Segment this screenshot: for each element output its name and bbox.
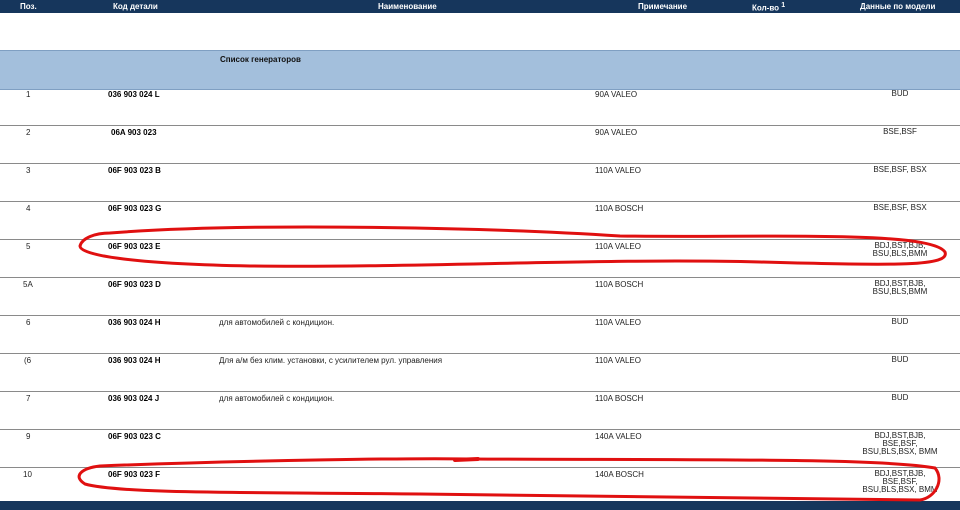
- table-row: 4 06F 903 023 G 110A BOSCH BSE,BSF, BSX: [0, 202, 960, 240]
- cell-note: 140A BOSCH: [595, 470, 644, 479]
- table-row: 3 06F 903 023 B 110A VALEO BSE,BSF, BSX: [0, 164, 960, 202]
- cell-model: BUD: [891, 317, 909, 326]
- cell-note: 110A VALEO: [595, 318, 641, 327]
- header-qty-label: Кол-во: [752, 3, 780, 13]
- cell-name: для автомобилей с кондицион.: [219, 318, 335, 327]
- header-code: Код детали: [113, 2, 158, 11]
- table-row: 5A 06F 903 023 D 110A BOSCH BDJ,BST,BJB,…: [0, 278, 960, 316]
- header-pos: Поз.: [20, 2, 37, 11]
- header-qty: Кол-во 1: [752, 2, 785, 13]
- cell-pos: 4: [26, 204, 31, 213]
- cell-pos: 5A: [23, 280, 33, 289]
- cell-code: 06F 903 023 E: [108, 242, 161, 251]
- table-row: 5 06F 903 023 E 110A VALEO BDJ,BST,BJB, …: [0, 240, 960, 278]
- cell-name: для автомобилей с кондицион.: [219, 394, 335, 403]
- table-row: 9 06F 903 023 C 140A VALEO BDJ,BST,BJB, …: [0, 430, 960, 468]
- cell-model: BUD: [891, 89, 909, 98]
- cell-model: BDJ,BST,BJB, BSE,BSF, BSU,BLS,BSX, BMM: [862, 469, 938, 494]
- header-qty-footnote: 1: [781, 2, 786, 9]
- cell-model: BSE,BSF: [883, 127, 917, 136]
- section-band: Список генераторов: [0, 50, 960, 90]
- cell-note: 90A VALEO: [595, 90, 638, 99]
- cell-pos: 5: [26, 242, 31, 251]
- cell-note: 110A VALEO: [595, 356, 641, 365]
- cell-model: BSE,BSF, BSX: [873, 165, 927, 174]
- cell-code: 06A 903 023: [111, 128, 157, 137]
- cell-code: 06F 903 023 F: [108, 470, 161, 479]
- cell-pos: 7: [26, 394, 31, 403]
- header-name: Наименование: [378, 2, 437, 11]
- cell-model: BUD: [891, 393, 909, 402]
- table-row: 7 036 903 024 J для автомобилей с кондиц…: [0, 392, 960, 430]
- cell-code: 036 903 024 L: [108, 90, 160, 99]
- cell-note: 140A VALEO: [595, 432, 642, 441]
- cell-note: 110A VALEO: [595, 242, 641, 251]
- cell-model: BSE,BSF, BSX: [873, 203, 927, 212]
- cell-code: 06F 903 023 B: [108, 166, 161, 175]
- cell-pos: 6: [26, 318, 31, 327]
- table-row: 6 036 903 024 H для автомобилей с кондиц…: [0, 316, 960, 354]
- table-header: Поз. Код детали Наименование Примечание …: [0, 0, 960, 13]
- cell-code: 036 903 024 H: [108, 318, 161, 327]
- cell-pos: 3: [26, 166, 31, 175]
- cell-model: BUD: [891, 355, 909, 364]
- cell-name: Для а/м без клим. установки, с усилителе…: [219, 356, 443, 365]
- cell-code: 036 903 024 H: [108, 356, 161, 365]
- cell-code: 06F 903 023 D: [108, 280, 161, 289]
- cell-model: BDJ,BST,BJB, BSU,BLS,BMM: [872, 241, 928, 258]
- section-title: Список генераторов: [220, 55, 301, 64]
- bottom-bar: [0, 501, 960, 510]
- header-note: Примечание: [638, 2, 688, 11]
- table-row: 1 036 903 024 L 90A VALEO BUD: [0, 88, 960, 126]
- cell-note: 110A BOSCH: [595, 280, 644, 289]
- cell-note: 110A BOSCH: [595, 394, 644, 403]
- cell-model: BDJ,BST,BJB, BSE,BSF, BSU,BLS,BSX, BMM: [862, 431, 938, 456]
- cell-note: 110A VALEO: [595, 166, 641, 175]
- cell-note: 90A VALEO: [595, 128, 638, 137]
- cell-pos: 9: [26, 432, 31, 441]
- cell-pos: 1: [26, 90, 31, 99]
- cell-code: 06F 903 023 C: [108, 432, 161, 441]
- table-row: 2 06A 903 023 90A VALEO BSE,BSF: [0, 126, 960, 164]
- cell-code: 036 903 024 J: [108, 394, 160, 403]
- cell-code: 06F 903 023 G: [108, 204, 162, 213]
- cell-pos: 2: [26, 128, 31, 137]
- table-row: 10 06F 903 023 F 140A BOSCH BDJ,BST,BJB,…: [0, 468, 960, 501]
- table-row: (6 036 903 024 H Для а/м без клим. устан…: [0, 354, 960, 392]
- cell-pos: 10: [23, 470, 32, 479]
- cell-note: 110A BOSCH: [595, 204, 644, 213]
- header-model: Данные по модели: [860, 2, 936, 11]
- cell-pos: (6: [24, 356, 32, 365]
- cell-model: BDJ,BST,BJB, BSU,BLS,BMM: [872, 279, 928, 296]
